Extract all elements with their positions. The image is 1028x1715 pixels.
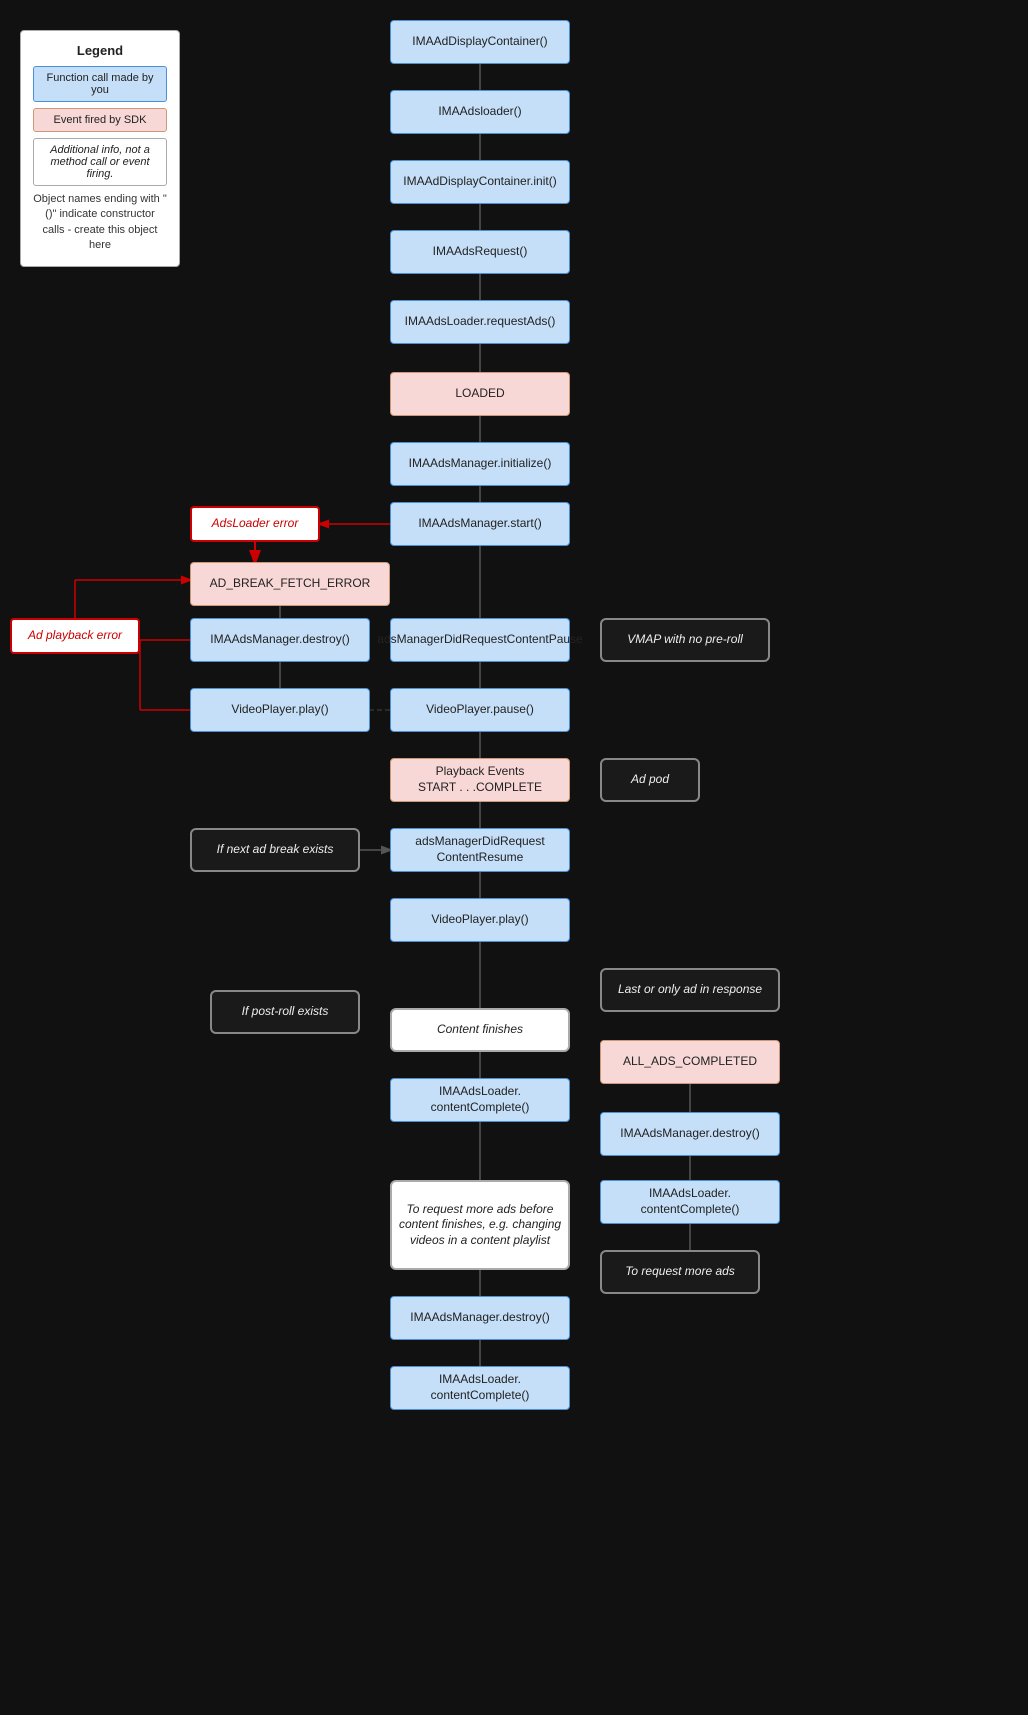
legend-blue-box: Function call made by you — [33, 66, 167, 102]
videoPlayerPlay2-label: VideoPlayer.​play() — [431, 912, 528, 928]
adPod-label: Ad pod — [631, 772, 669, 788]
imaAdsLoaderContentComplete2-label: IMAAdsLoader.​contentComplete() — [601, 1186, 779, 1217]
requestMoreAdsNote-label: To request more ads before content finis… — [392, 1202, 568, 1249]
imaAdsLoaderContentComplete3: IMAAdsLoader.​contentComplete() — [390, 1366, 570, 1410]
imaAdsLoaderContentComplete2: IMAAdsLoader.​contentComplete() — [600, 1180, 780, 1224]
lastOrOnlyAdResponse-label: Last or only ad in response — [618, 982, 762, 998]
allAdsCompleted: ALL_ADS_COMPLETED — [600, 1040, 780, 1084]
adsManagerDidRequestContentResume-label: adsManagerDidRequest ContentResume — [415, 834, 544, 865]
adPod: Ad pod — [600, 758, 700, 802]
imaAdsRequest: IMAAdsRequest() — [390, 230, 570, 274]
imaAdsLoaderContentComplete3-label: IMAAdsLoader.​contentComplete() — [391, 1372, 569, 1403]
imaAdDisplayContainerInit-label: IMAAdDisplayContainer.init() — [403, 174, 556, 190]
videoPlayerPause: VideoPlayer.​pause() — [390, 688, 570, 732]
legend-italic-box: Additional info, not a method call or ev… — [33, 138, 167, 186]
contentFinishes: Content finishes — [390, 1008, 570, 1052]
imaAdsManagerStart-label: IMAAdsManager.​start() — [418, 516, 541, 532]
imaAdsManagerInit: IMAAdsManager.​initialize() — [390, 442, 570, 486]
imaAdDisplayContainer: IMAAd​DisplayContainer() — [390, 20, 570, 64]
adsManagerDidRequestContentPause: adsManagerDidRequestContentPause — [390, 618, 570, 662]
imaAdsLoaderContentComplete-label: IMAAdsLoader.​contentComplete() — [391, 1084, 569, 1115]
toRequestMoreAds-label: To request more ads — [625, 1264, 735, 1280]
ifPostRollExists: If post-roll exists — [210, 990, 360, 1034]
vmapNoPreRoll-label: VMAP with no pre-roll — [627, 632, 743, 648]
videoPlayerPlay1: VideoPlayer.​play() — [190, 688, 370, 732]
imaAdsLoaderRequestAds: IMAAdsLoader.​requestAds() — [390, 300, 570, 344]
vmapNoPreRoll: VMAP with no pre-roll — [600, 618, 770, 662]
legend: Legend Function call made by you Event f… — [20, 30, 180, 267]
imaAdsManagerDestroy2-label: IMAAdsManager.​destroy() — [620, 1126, 759, 1142]
adsLoaderError-label: AdsLoader error — [212, 516, 299, 532]
loaded-label: LOADED — [455, 386, 504, 402]
adBreakFetchError-label: AD_BREAK_FETCH_ERROR — [210, 576, 371, 592]
legend-pink-box: Event fired by SDK — [33, 108, 167, 132]
adPlaybackError: Ad playback error — [10, 618, 140, 654]
imaAdsManagerDestroy-label: IMAAdsManager.​destroy() — [210, 632, 349, 648]
adsManagerDidRequestContentPause-label: adsManagerDidRequestContentPause — [377, 632, 582, 648]
videoPlayerPlay2: VideoPlayer.​play() — [390, 898, 570, 942]
allAdsCompleted-label: ALL_ADS_COMPLETED — [623, 1054, 757, 1070]
playbackEvents-label: Playback Events START . . .COMPLETE — [418, 764, 542, 795]
ifPostRollExists-label: If post-roll exists — [242, 1004, 329, 1020]
ifNextAdBreak: If next ad break exists — [190, 828, 360, 872]
imaAdsLoader: IMAAdsl​oader() — [390, 90, 570, 134]
loaded: LOADED — [390, 372, 570, 416]
contentFinishes-label: Content finishes — [437, 1022, 523, 1038]
imaAdDisplayContainerInit: IMAAdDisplayContainer.init() — [390, 160, 570, 204]
adsManagerDidRequestContentResume: adsManagerDidRequest ContentResume — [390, 828, 570, 872]
imaAdDisplayContainer-label: IMAAd​DisplayContainer() — [412, 34, 547, 50]
imaAdsRequest-label: IMAAdsRequest() — [433, 244, 528, 260]
imaAdsManagerDestroy3-label: IMAAdsManager.​destroy() — [410, 1310, 549, 1326]
imaAdsManagerInit-label: IMAAdsManager.​initialize() — [409, 456, 552, 472]
ifNextAdBreak-label: If next ad break exists — [217, 842, 334, 858]
legend-note: Object names ending with "()" indicate c… — [33, 192, 167, 254]
legend-title: Legend — [33, 43, 167, 58]
imaAdsManagerDestroy: IMAAdsManager.​destroy() — [190, 618, 370, 662]
imaAdsManagerDestroy2: IMAAdsManager.​destroy() — [600, 1112, 780, 1156]
diagram-container: Legend Function call made by you Event f… — [0, 0, 1028, 1715]
playbackEvents: Playback Events START . . .COMPLETE — [390, 758, 570, 802]
videoPlayerPause-label: VideoPlayer.​pause() — [426, 702, 534, 718]
lastOrOnlyAdResponse: Last or only ad in response — [600, 968, 780, 1012]
adPlaybackError-label: Ad playback error — [28, 628, 122, 644]
videoPlayerPlay1-label: VideoPlayer.​play() — [231, 702, 328, 718]
imaAdsManagerStart: IMAAdsManager.​start() — [390, 502, 570, 546]
imaAdsLoader-label: IMAAdsl​oader() — [438, 104, 521, 120]
imaAdsLoaderRequestAds-label: IMAAdsLoader.​requestAds() — [405, 314, 556, 330]
imaAdsManagerDestroy3: IMAAdsManager.​destroy() — [390, 1296, 570, 1340]
imaAdsLoaderContentComplete: IMAAdsLoader.​contentComplete() — [390, 1078, 570, 1122]
requestMoreAdsNote: To request more ads before content finis… — [390, 1180, 570, 1270]
adBreakFetchError: AD_BREAK_FETCH_ERROR — [190, 562, 390, 606]
adsLoaderError: AdsLoader error — [190, 506, 320, 542]
toRequestMoreAds: To request more ads — [600, 1250, 760, 1294]
